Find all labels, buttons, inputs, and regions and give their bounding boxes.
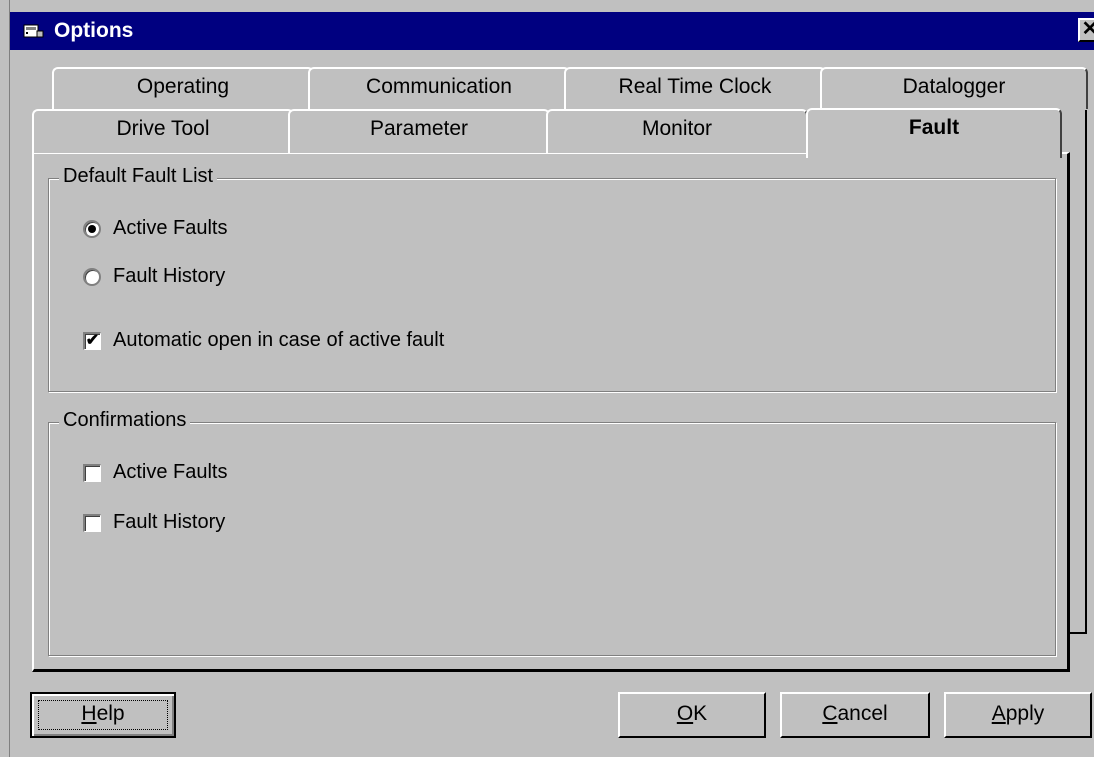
tab-parameter[interactable]: Parameter xyxy=(288,109,550,153)
tab-label: Real Time Clock xyxy=(618,75,772,98)
radio-label: Fault History xyxy=(113,265,226,287)
close-button[interactable]: ✕ xyxy=(1078,18,1094,42)
checkbox-label: Active Faults xyxy=(113,461,228,483)
window-frame xyxy=(0,0,10,757)
tab-real-time-clock[interactable]: Real Time Clock xyxy=(564,67,826,109)
confirm-fault-history-checkbox[interactable]: Fault History xyxy=(83,511,225,534)
button-label: K xyxy=(693,702,708,725)
tab-label: Communication xyxy=(366,75,512,98)
tab-drive-tool[interactable]: Drive Tool xyxy=(32,109,294,153)
cancel-button[interactable]: Cancel xyxy=(780,692,930,738)
ok-button[interactable]: OK xyxy=(618,692,766,738)
tab-communication[interactable]: Communication xyxy=(308,67,570,109)
tab-label: Operating xyxy=(136,75,230,98)
radio-label: Active Faults xyxy=(113,217,228,239)
radio-fault-history[interactable]: Fault History xyxy=(83,265,225,288)
app-icon xyxy=(23,24,44,38)
checkbox-label: Automatic open in case of active fault xyxy=(113,329,445,351)
button-label: ancel xyxy=(837,702,888,725)
checkbox[interactable]: ✔ xyxy=(83,331,101,350)
options-dialog: Options ✕ Operating Communication Real T… xyxy=(0,0,1094,757)
focus-rect xyxy=(38,700,168,730)
tab-label: Parameter xyxy=(369,117,469,140)
tab-monitor[interactable]: Monitor xyxy=(546,109,808,153)
tab-operating[interactable]: Operating xyxy=(52,67,314,109)
help-button[interactable]: Help xyxy=(30,692,176,738)
tab-label: Fault xyxy=(908,116,960,139)
radio-active-faults[interactable]: Active Faults xyxy=(83,217,227,240)
mnemonic: O xyxy=(676,702,694,725)
mnemonic: C xyxy=(822,702,838,725)
radio-button[interactable] xyxy=(83,267,101,286)
checkmark-icon: ✔ xyxy=(85,331,100,349)
radio-button[interactable] xyxy=(83,219,101,238)
mnemonic: A xyxy=(991,702,1006,725)
title-bar[interactable]: Options ✕ xyxy=(10,12,1094,50)
tab-label: Drive Tool xyxy=(116,117,210,140)
default-fault-list-group: Default Fault List Active Faults Fault H… xyxy=(48,165,1056,392)
group-label: Default Fault List xyxy=(59,165,218,188)
checkbox-label: Fault History xyxy=(113,511,226,533)
checkbox[interactable] xyxy=(83,513,101,532)
confirmations-group: Confirmations Active Faults Fault Histor… xyxy=(48,409,1056,656)
window-title: Options xyxy=(54,19,134,42)
tab-fault[interactable]: Fault xyxy=(806,108,1062,158)
auto-open-checkbox[interactable]: ✔ Automatic open in case of active fault xyxy=(83,329,444,352)
tab-datalogger[interactable]: Datalogger xyxy=(820,67,1088,109)
tab-label: Monitor xyxy=(641,117,713,140)
close-icon: ✕ xyxy=(1081,18,1094,40)
group-label: Confirmations xyxy=(59,409,191,432)
radio-selected-dot xyxy=(88,224,96,233)
apply-button[interactable]: Apply xyxy=(944,692,1092,738)
tab-label: Datalogger xyxy=(902,75,1006,98)
checkbox[interactable] xyxy=(83,463,101,482)
button-label: pply xyxy=(1005,702,1045,725)
fault-tab-panel: Default Fault List Active Faults Fault H… xyxy=(32,152,1070,672)
confirm-active-faults-checkbox[interactable]: Active Faults xyxy=(83,461,227,484)
